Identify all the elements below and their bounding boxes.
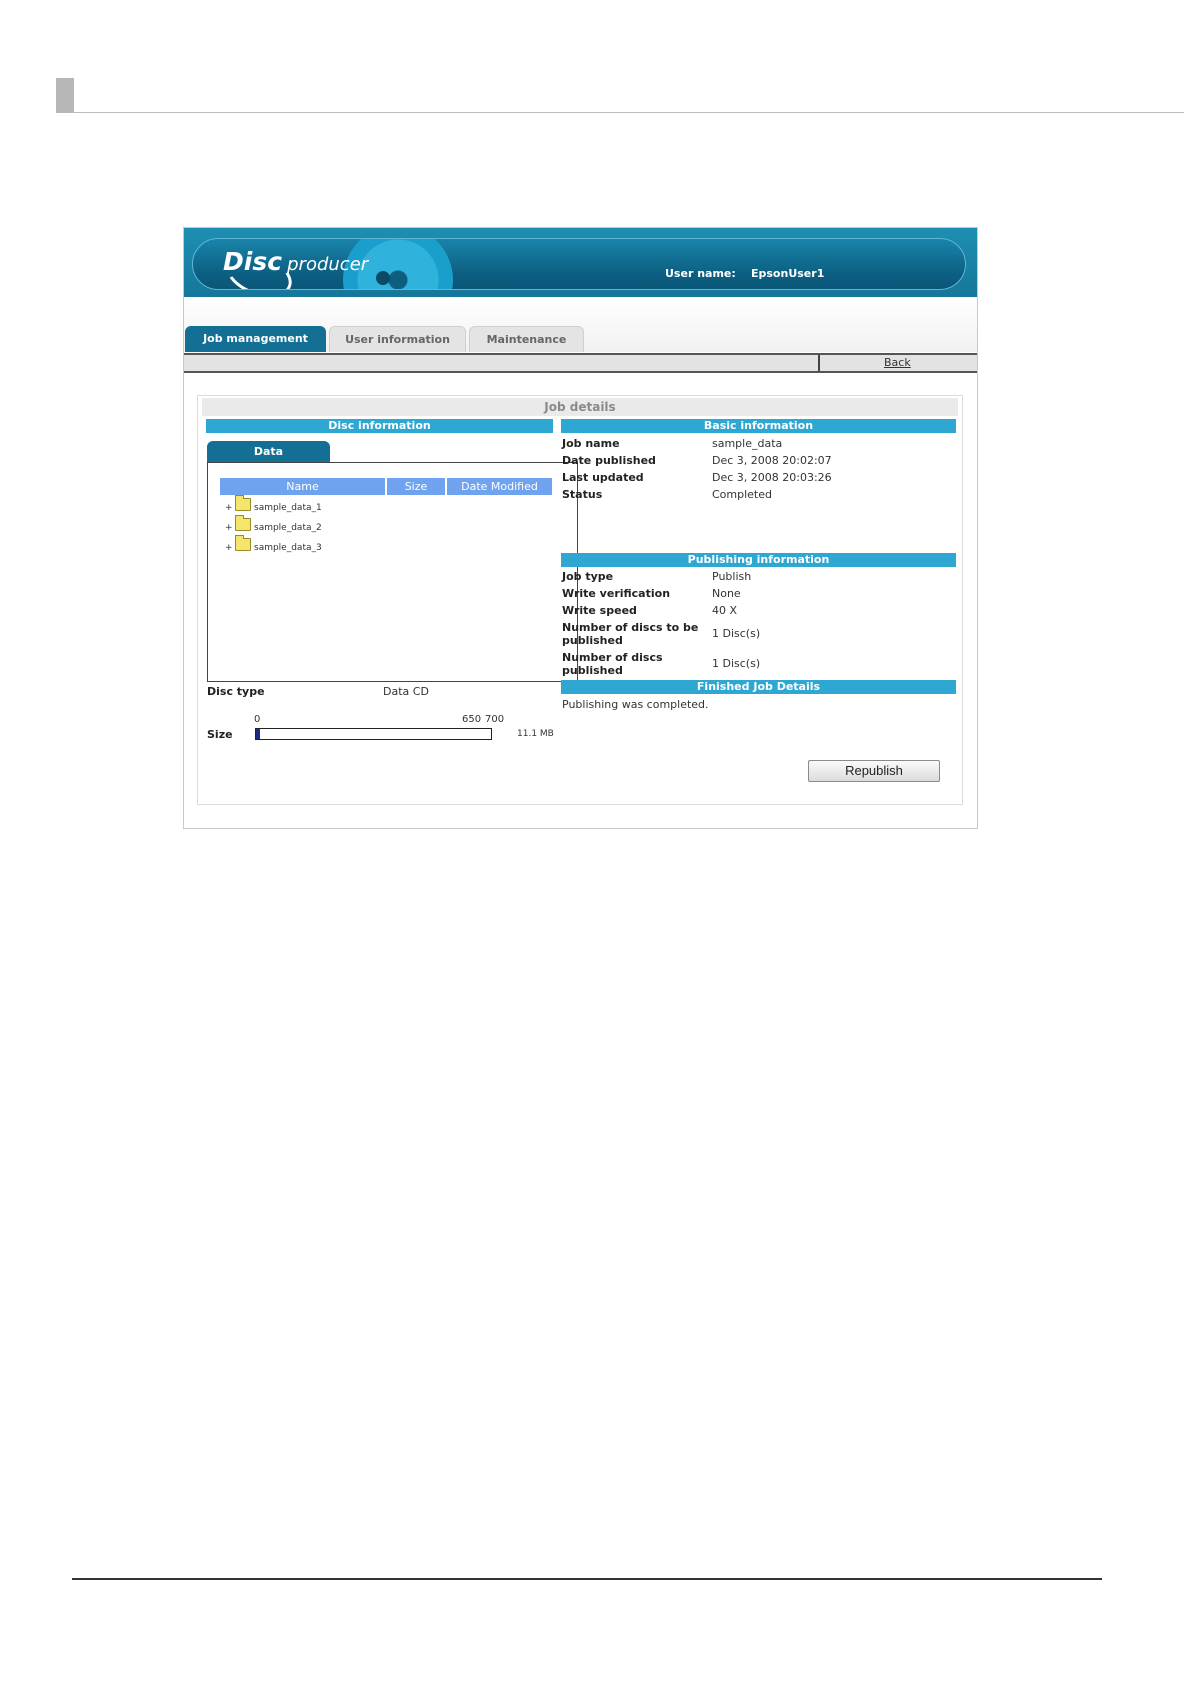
status-value: Completed — [712, 488, 772, 501]
tab-user-information[interactable]: User information — [329, 326, 466, 352]
basic-information-header: Basic information — [561, 419, 956, 433]
app-header: Disc producer User name: EpsonUser1 — [184, 228, 977, 297]
discs-published-value: 1 Disc(s) — [712, 657, 761, 670]
last-updated-value: Dec 3, 2008 20:03:26 — [712, 471, 832, 484]
size-label: Size — [207, 728, 233, 741]
expand-icon[interactable]: + — [225, 500, 235, 516]
size-bar-fill — [256, 729, 260, 739]
size-value: 11.1 MB — [517, 729, 554, 739]
user-name-label: User name: — [665, 267, 736, 280]
size-tick-0: 0 — [254, 714, 261, 725]
expand-icon[interactable]: + — [225, 540, 235, 556]
page-bottom-rule — [72, 1578, 1102, 1580]
list-item[interactable]: + sample_data_3 — [225, 535, 322, 556]
finished-job-message: Publishing was completed. — [562, 698, 709, 711]
last-updated-label: Last updated — [562, 471, 644, 484]
tab-data[interactable]: Data — [207, 441, 330, 463]
folder-icon — [235, 515, 251, 531]
discs-published-label-line1: Number of discs — [562, 651, 663, 664]
file-name: sample_data_2 — [254, 523, 322, 533]
job-name-label: Job name — [562, 437, 620, 450]
republish-button[interactable]: Republish — [808, 760, 940, 782]
write-speed-value: 40 X — [712, 604, 738, 617]
page-section-marker — [56, 78, 74, 113]
logo-disc-word: Disc — [223, 247, 283, 276]
disc-information-header: Disc information — [206, 419, 553, 433]
list-item[interactable]: + sample_data_1 — [225, 495, 322, 516]
column-header-size[interactable]: Size — [387, 478, 445, 495]
write-verification-label: Write verification — [562, 587, 671, 600]
column-header-name[interactable]: Name — [220, 478, 385, 495]
write-verification-value: None — [712, 587, 741, 600]
discs-to-be-published-label-line1: Number of discs to be — [562, 621, 699, 634]
back-link[interactable]: Back — [884, 356, 911, 369]
job-details-title: Job details — [202, 398, 958, 416]
header-banner: Disc producer User name: EpsonUser1 — [192, 238, 966, 290]
finished-job-details-header: Finished Job Details — [561, 680, 956, 694]
date-published-value: Dec 3, 2008 20:02:07 — [712, 454, 832, 467]
status-label: Status — [562, 488, 603, 501]
tab-job-management[interactable]: Job management — [185, 326, 326, 352]
job-details-panel: Job details Disc information Data Name S… — [197, 395, 963, 805]
size-bar — [255, 728, 492, 740]
discs-published-label-line2: published — [562, 664, 623, 677]
logo-producer-word: producer — [287, 254, 369, 275]
app-logo: Disc producer — [223, 247, 368, 276]
size-tick-650: 650 — [462, 714, 482, 725]
app-window: Disc producer User name: EpsonUser1 Job … — [183, 227, 978, 829]
file-list: Name Size Date Modified + sample_data_1 +… — [207, 462, 578, 682]
list-item[interactable]: + sample_data_2 — [225, 515, 322, 536]
date-published-label: Date published — [562, 454, 656, 467]
write-speed-label: Write speed — [562, 604, 637, 617]
disc-type-label: Disc type — [207, 685, 265, 698]
tab-maintenance[interactable]: Maintenance — [469, 326, 584, 352]
page-top-rule — [74, 112, 1184, 113]
job-type-value: Publish — [712, 570, 752, 583]
discs-to-be-published-value: 1 Disc(s) — [712, 627, 761, 640]
job-name-value: sample_data — [712, 437, 783, 450]
publishing-information-header: Publishing information — [561, 553, 956, 567]
discs-to-be-published-label-line2: published — [562, 634, 623, 647]
disc-type-value: Data CD — [383, 685, 429, 698]
expand-icon[interactable]: + — [225, 520, 235, 536]
folder-icon — [235, 495, 251, 511]
file-name: sample_data_3 — [254, 543, 322, 553]
column-header-date-modified[interactable]: Date Modified — [447, 478, 552, 495]
job-type-label: Job type — [562, 570, 614, 583]
toolbar-separator — [818, 355, 820, 371]
folder-icon — [235, 535, 251, 551]
file-name: sample_data_1 — [254, 503, 322, 513]
user-name-value: EpsonUser1 — [751, 267, 825, 280]
size-tick-700: 700 — [485, 714, 505, 725]
disc-hole-icon — [376, 271, 390, 285]
toolbar: Back — [184, 353, 977, 373]
